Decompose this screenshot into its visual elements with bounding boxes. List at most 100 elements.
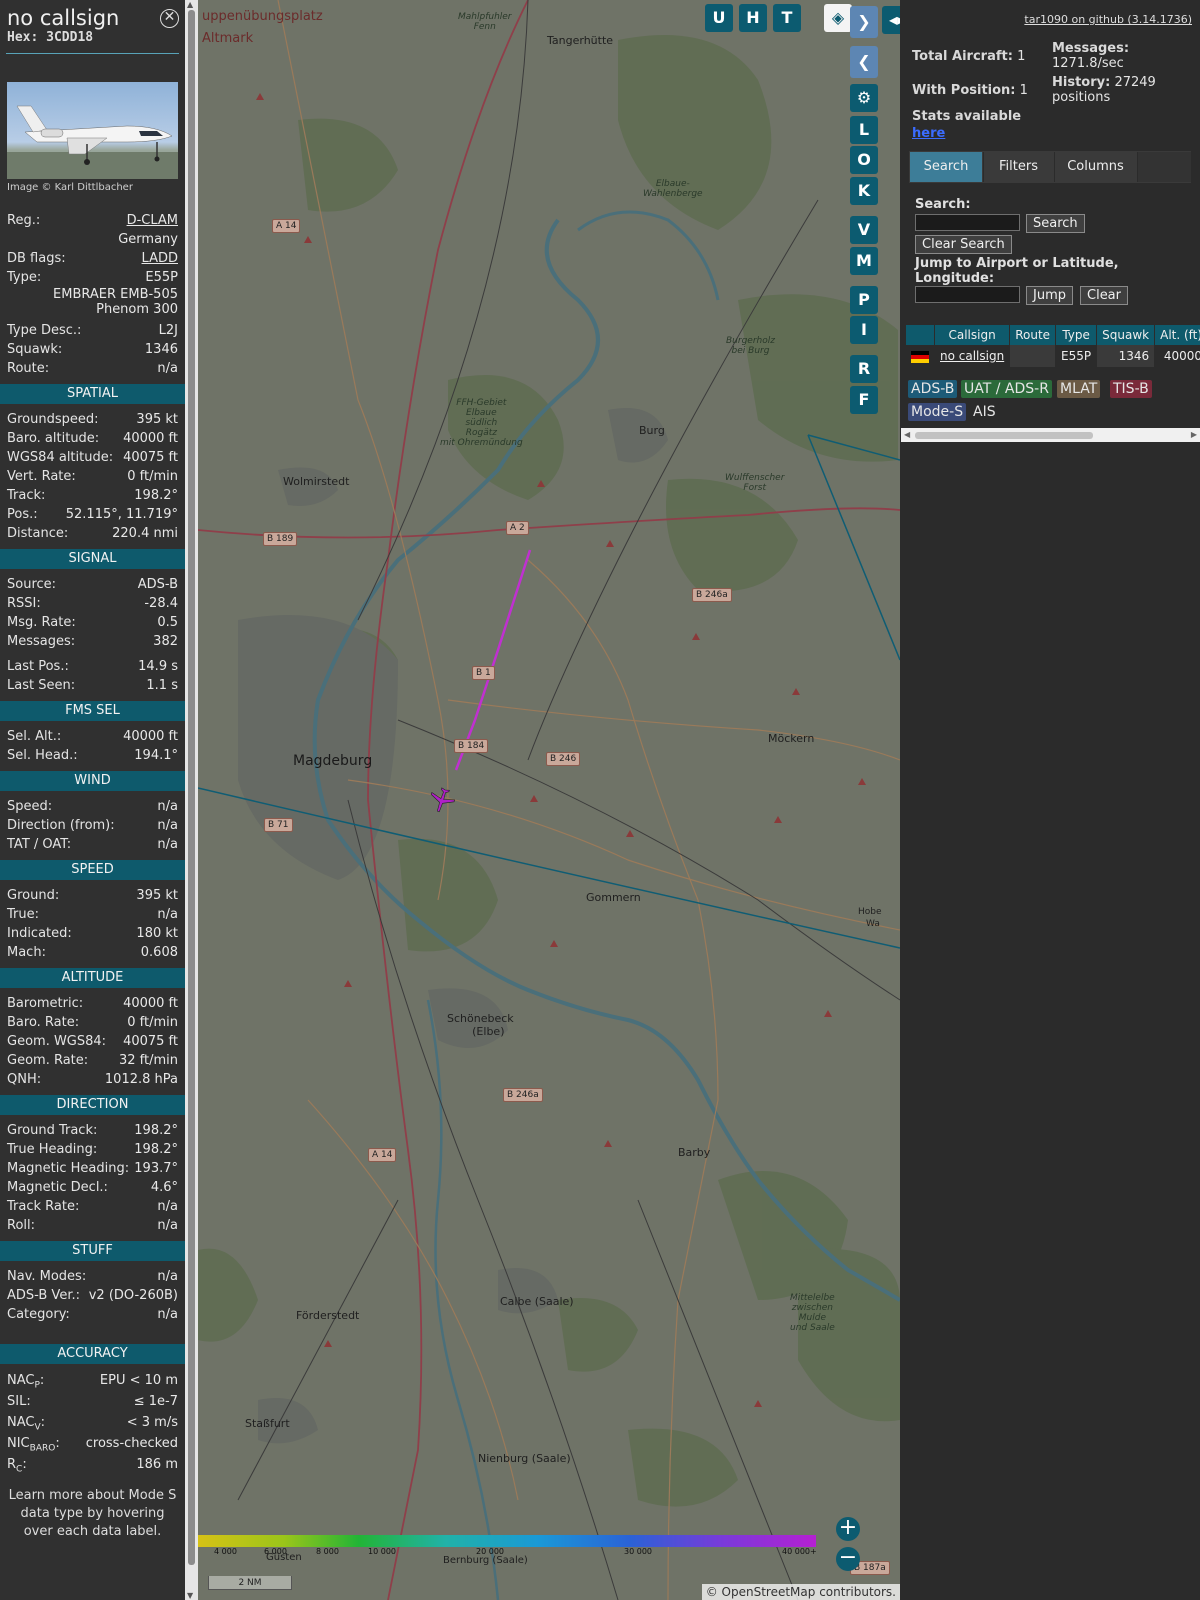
minus-icon: − [838, 1545, 858, 1570]
germany-flag-icon [911, 350, 929, 363]
h-button[interactable]: H [739, 4, 767, 32]
info-label: Speed: [7, 799, 53, 814]
info-row: Sel. Alt.: 40000 ft [0, 727, 185, 746]
type-full-line-2: Phenom 300 [96, 302, 178, 317]
source-badge-tis-b: TIS-B [1110, 380, 1152, 398]
search-button[interactable]: Search [1026, 214, 1085, 233]
info-panel-scrollbar[interactable]: ▲ ▼ [185, 0, 198, 1600]
source-badge-mode-s: Mode-S [908, 403, 967, 421]
map-button-r[interactable]: R [850, 355, 878, 383]
table-scrollbar-thumb[interactable] [915, 432, 1093, 439]
expand-right-button[interactable]: ❯ [850, 6, 878, 38]
cell-altitude: 40000 [1154, 345, 1200, 367]
close-icon[interactable]: ✕ [160, 9, 179, 28]
info-label: DB flags: [7, 251, 66, 266]
tab-filters[interactable]: Filters [983, 152, 1053, 182]
info-label: Source: [7, 577, 57, 592]
map-button-k[interactable]: K [850, 177, 878, 205]
info-row: Speed: n/a [0, 797, 185, 816]
column-header-callsign[interactable]: Callsign [934, 325, 1011, 345]
table-horizontal-scrollbar[interactable]: ◀ ▶ [901, 428, 1200, 442]
github-link[interactable]: tar1090 on github (3.14.1736) [1024, 13, 1192, 26]
clear-search-button[interactable]: Clear Search [915, 235, 1012, 254]
altitude-gradient-bar [198, 1535, 816, 1547]
jump-button[interactable]: Jump [1026, 286, 1073, 305]
aircraft-marker[interactable] [428, 786, 456, 818]
map-view[interactable]: Magdeburg Wolmirstedt Burg Möckern Gomme… [198, 0, 900, 1600]
zoom-out-button[interactable]: − [836, 1547, 860, 1571]
jump-input[interactable] [915, 286, 1020, 303]
info-value: 52.115°, 11.719° [65, 507, 178, 522]
altitude-tick-label: 10 000 [368, 1547, 396, 1556]
table-header-row: Callsign Route Type Squawk Alt. (ft) S [906, 325, 1200, 345]
info-value: ADS-B [137, 577, 178, 592]
map-button-l[interactable]: L [850, 116, 878, 144]
t-button[interactable]: T [773, 4, 801, 32]
stats-here-link[interactable]: here [912, 126, 945, 141]
info-label: Nav. Modes: [7, 1269, 87, 1284]
attribution-link[interactable]: OpenStreetMap [722, 1585, 816, 1599]
info-label: Track: [7, 488, 46, 503]
info-row: Distance: 220.4 nmi [0, 524, 185, 543]
total-aircraft-value: 1 [1017, 49, 1026, 64]
cell-callsign[interactable]: no callsign [934, 345, 1011, 367]
info-label: ADS-B Ver.: [7, 1288, 80, 1303]
tab-search[interactable]: Search [910, 152, 982, 182]
aircraft-photo[interactable] [7, 82, 178, 179]
info-value[interactable]: D-CLAM [127, 211, 178, 230]
map-button-o[interactable]: O [850, 146, 878, 174]
column-header-squawk[interactable]: Squawk [1096, 325, 1156, 345]
info-value: n/a [157, 818, 178, 833]
scroll-down-arrow-icon[interactable]: ▼ [187, 1591, 193, 1600]
info-label: Direction (from): [7, 818, 115, 833]
altitude-tick-label: 30 000 [624, 1547, 652, 1556]
column-header-altitude[interactable]: Alt. (ft) [1154, 325, 1200, 345]
clear-jump-button[interactable]: Clear [1080, 286, 1128, 305]
info-value: 198.2° [134, 1123, 178, 1138]
tab-columns[interactable]: Columns [1054, 152, 1136, 182]
layers-button[interactable]: ◈ [824, 4, 852, 32]
table-row[interactable]: no callsign E55P 1346 40000 [906, 345, 1200, 367]
info-label: Geom. WGS84: [7, 1034, 107, 1049]
aircraft-table: Callsign Route Type Squawk Alt. (ft) S n… [906, 325, 1200, 367]
column-header-type[interactable]: Type [1055, 325, 1098, 345]
info-row: Mach: 0.608 [0, 943, 185, 962]
info-row: Squawk: 1346 [0, 340, 185, 359]
total-aircraft: Total Aircraft: 1 [912, 49, 1025, 64]
zoom-in-button[interactable]: + [836, 1517, 860, 1541]
settings-button[interactable]: ⚙ [850, 84, 878, 112]
scroll-right-arrow-icon[interactable]: ▶ [1191, 428, 1197, 442]
registration-block: Reg.: D-CLAM Germany DB flags: LADD Type: E55P [0, 211, 185, 287]
info-scrollbar-thumb[interactable] [188, 10, 195, 1565]
column-header-flag[interactable] [906, 325, 935, 345]
info-value: 198.2° [134, 1142, 178, 1157]
info-row: Messages: 382 [0, 632, 185, 651]
collapse-left-button[interactable]: ❮ [850, 46, 878, 78]
column-header-route[interactable]: Route [1009, 325, 1057, 345]
toggle-sidebar-button[interactable]: ◂▸ [882, 6, 900, 34]
info-value: 1012.8 hPa [104, 1072, 178, 1087]
info-value: 220.4 nmi [112, 526, 178, 541]
area-label: Wulffenscher Forst [725, 473, 785, 493]
map-button-i[interactable]: I [850, 316, 878, 344]
place-label: Wolmirstedt [283, 475, 350, 488]
road-shield: B 71 [264, 818, 293, 832]
type-full-name: EMBRAER EMB-505 Phenom 300 [0, 287, 185, 317]
u-button[interactable]: U [705, 4, 733, 32]
source-badge-ais: AIS [970, 403, 999, 421]
info-label: QNH: [7, 1072, 42, 1087]
road-shield: A 14 [368, 1148, 397, 1162]
search-input[interactable] [915, 214, 1020, 231]
colon: : [55, 1436, 60, 1451]
info-value: n/a [157, 837, 178, 852]
scroll-left-arrow-icon[interactable]: ◀ [904, 428, 910, 442]
map-button-p[interactable]: P [850, 286, 878, 314]
info-row: Roll: n/a [0, 1216, 185, 1235]
info-value[interactable]: LADD [142, 249, 178, 268]
map-button-m[interactable]: M [850, 247, 878, 275]
map-button-f[interactable]: F [850, 386, 878, 414]
scroll-up-arrow-icon[interactable]: ▲ [187, 0, 193, 9]
accuracy-value: cross-checked [85, 1436, 178, 1451]
map-button-v[interactable]: V [850, 216, 878, 244]
info-value: 1346 [144, 342, 178, 357]
